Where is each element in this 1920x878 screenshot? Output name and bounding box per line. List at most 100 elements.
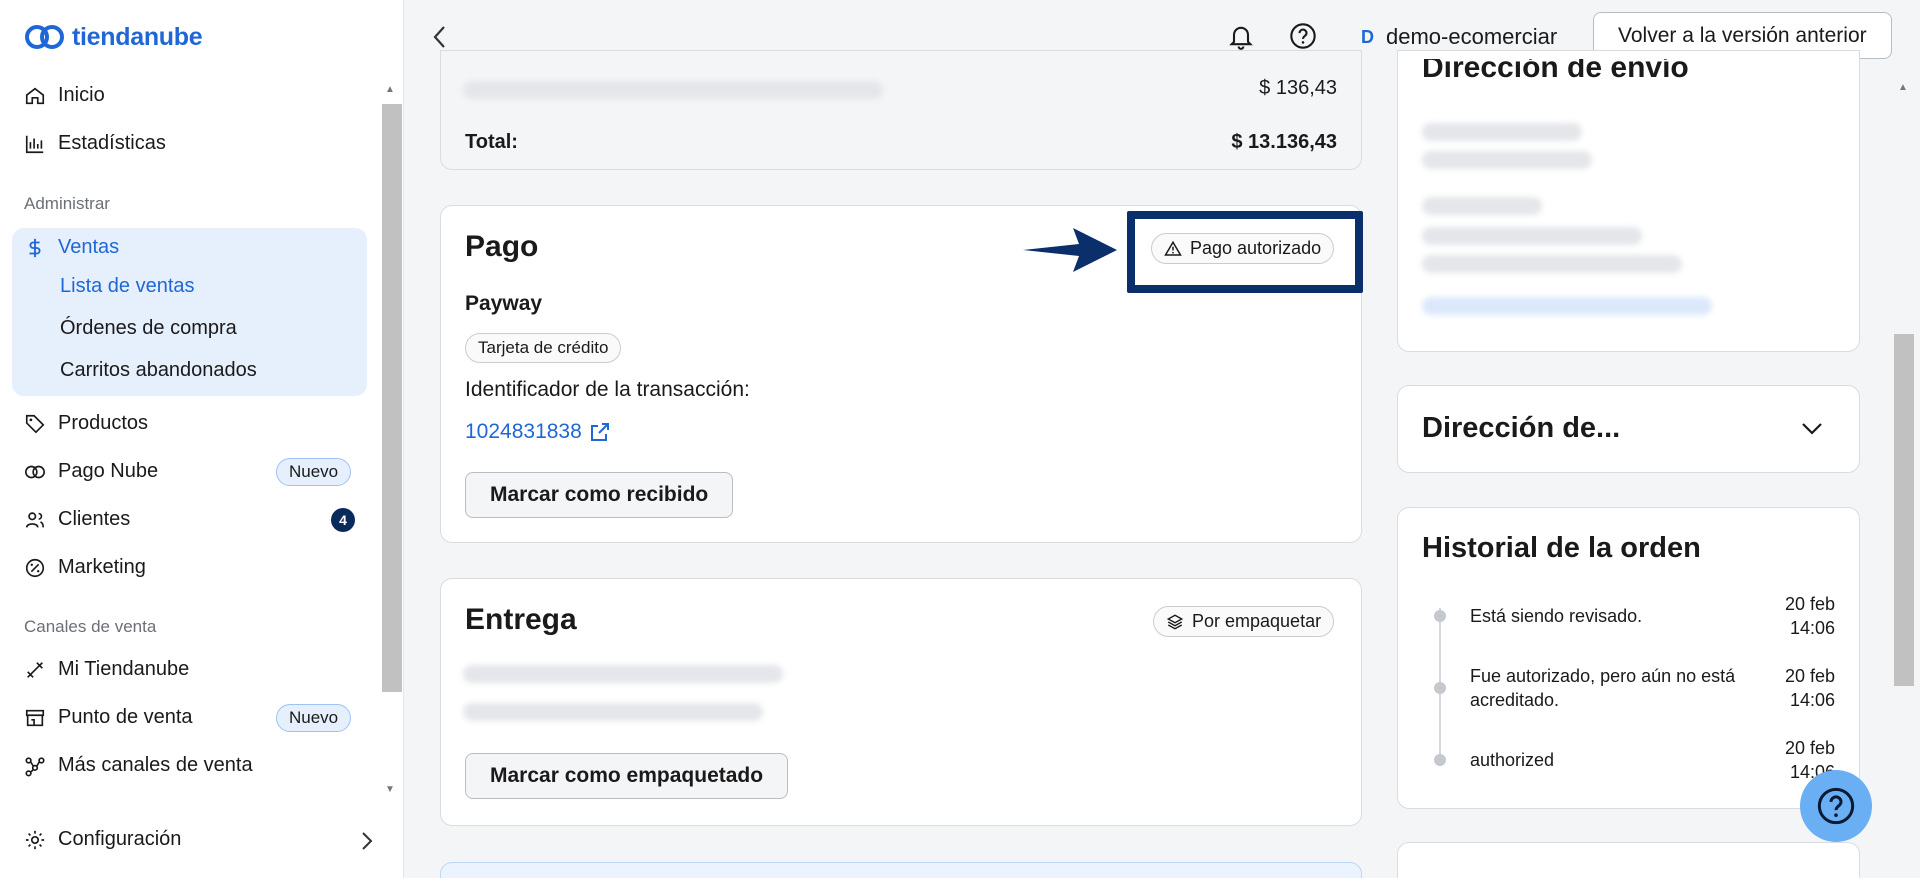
- gear-icon: [25, 830, 45, 849]
- delivery-line-blurred: [463, 703, 763, 721]
- delivery-title: Entrega: [465, 603, 577, 636]
- sidebar-subitem-lista-ventas[interactable]: Lista de ventas: [60, 275, 195, 298]
- next-right-card-peek: [1397, 842, 1860, 878]
- sidebar-item-ventas[interactable]: Ventas: [24, 236, 119, 259]
- sidebar-item-punto-venta[interactable]: Punto de venta: [24, 706, 193, 729]
- history-item-date: 20 feb: [1784, 666, 1835, 686]
- sidebar-item-marketing[interactable]: Marketing: [24, 556, 146, 579]
- sidebar-item-productos[interactable]: Productos: [24, 412, 148, 435]
- store-icon: [25, 709, 45, 726]
- user-menu[interactable]: D demo-ecomerciar: [1361, 24, 1557, 50]
- sidebar-subitem-carritos[interactable]: Carritos abandonados: [60, 359, 257, 382]
- sidebar-label: Estadísticas: [58, 132, 166, 154]
- users-icon: [25, 511, 45, 528]
- main-scrollbar[interactable]: [1894, 334, 1914, 686]
- pago-nube-icon: [25, 465, 45, 478]
- address-line-blurred: [1422, 197, 1542, 215]
- sidebar-label: Inicio: [58, 84, 105, 106]
- mark-received-button[interactable]: Marcar como recibido: [465, 472, 734, 518]
- scroll-up-arrow-icon[interactable]: ▲: [385, 84, 395, 95]
- chevron-right-icon[interactable]: [360, 830, 374, 852]
- annotation-arrow: [1023, 228, 1117, 272]
- sidebar-item-mi-tiendanube[interactable]: Mi Tiendanube: [24, 658, 189, 681]
- transaction-id: 1024831838: [465, 420, 582, 443]
- sidebar: tiendanube Inicio Estadísticas Administr…: [0, 0, 404, 878]
- sidebar-label: Pago Nube: [58, 460, 159, 482]
- scroll-down-arrow-icon[interactable]: ▼: [385, 784, 395, 795]
- user-name: demo-ecomerciar: [1386, 24, 1558, 49]
- payment-method-pill: Tarjeta de crédito: [465, 333, 622, 363]
- payment-title: Pago: [465, 230, 539, 263]
- bell-icon[interactable]: [1227, 22, 1255, 50]
- history-item-datetime: 20 feb 14:06: [1785, 592, 1835, 640]
- section-label-administrar: Administrar: [24, 194, 110, 213]
- delivery-status-text: Por empaquetar: [1192, 611, 1322, 631]
- billing-address-card[interactable]: Dirección de...: [1397, 385, 1860, 473]
- address-line-blurred: [1422, 123, 1582, 141]
- total-label: Total:: [465, 131, 518, 153]
- shipping-address-card: Dirección de envío: [1397, 50, 1860, 352]
- address-line-blurred: [1422, 151, 1592, 169]
- payment-card: Pago Pago autorizado Payway Tarjeta de c…: [440, 205, 1363, 543]
- transaction-link[interactable]: 1024831838: [465, 420, 612, 444]
- order-history-card: Historial de la orden Está siendo revisa…: [1397, 507, 1860, 809]
- help-circle-icon[interactable]: [1289, 22, 1317, 50]
- next-card-peek: [440, 862, 1362, 878]
- sidebar-label: Punto de venta: [58, 706, 193, 728]
- shipping-amount: $ 136,43: [1259, 77, 1337, 99]
- nuevo-badge: Nuevo: [276, 458, 352, 486]
- sidebar-item-inicio[interactable]: Inicio: [24, 84, 105, 107]
- address-link-blurred: [1422, 297, 1712, 315]
- scroll-up-arrow-icon[interactable]: ▲: [1898, 82, 1908, 93]
- shipping-address-title: Dirección de envío: [1422, 59, 1689, 84]
- help-chat-button[interactable]: [1800, 770, 1872, 842]
- delivery-status-badge: Por empaquetar: [1153, 606, 1335, 637]
- nuevo-badge: Nuevo: [276, 704, 352, 732]
- tools-icon: [27, 661, 43, 678]
- sidebar-label: Clientes: [58, 508, 131, 530]
- home-icon: [25, 87, 45, 104]
- dollar-icon: [29, 238, 41, 257]
- mark-packaged-button[interactable]: Marcar como empaquetado: [465, 753, 789, 799]
- history-item-time: 14:06: [1789, 690, 1835, 710]
- sidebar-item-mas-canales[interactable]: Más canales de venta: [24, 754, 253, 777]
- history-item-text: Fue autorizado, pero aún no está acredit…: [1470, 666, 1736, 710]
- timeline-dot: [1434, 682, 1446, 694]
- tag-icon: [25, 414, 45, 433]
- sidebar-item-clientes[interactable]: Clientes: [24, 508, 130, 531]
- history-title: Historial de la orden: [1422, 532, 1701, 564]
- sidebar-scrollbar[interactable]: [382, 104, 402, 692]
- tiendanube-logo[interactable]: tiendanube: [24, 22, 203, 52]
- shipping-line-blurred: [463, 81, 883, 99]
- sidebar-subitem-ordenes-compra[interactable]: Órdenes de compra: [60, 317, 237, 340]
- billing-address-title: Dirección de...: [1422, 412, 1621, 444]
- history-item-time: 14:06: [1789, 618, 1835, 638]
- sidebar-item-pago-nube[interactable]: Pago Nube: [24, 460, 158, 483]
- payment-status-text: Pago autorizado: [1190, 238, 1322, 258]
- address-line-blurred: [1422, 227, 1642, 245]
- sidebar-item-configuracion[interactable]: Configuración: [24, 828, 181, 851]
- section-label-canales: Canales de venta: [24, 617, 157, 636]
- package-icon: [1166, 613, 1184, 630]
- chart-icon: [25, 135, 44, 153]
- chevron-down-icon[interactable]: [1801, 422, 1823, 436]
- user-initial: D: [1361, 26, 1374, 47]
- history-item-date: 20 feb: [1784, 738, 1835, 758]
- back-arrow-icon[interactable]: [431, 24, 449, 50]
- payment-gateway: Payway: [465, 292, 543, 315]
- history-item-date: 20 feb: [1784, 594, 1835, 614]
- sidebar-item-estadisticas[interactable]: Estadísticas: [24, 132, 166, 155]
- clientes-count-badge: 4: [331, 508, 355, 532]
- timeline-dot: [1434, 610, 1446, 622]
- timeline-dot: [1434, 754, 1446, 766]
- percent-icon: [25, 558, 45, 577]
- warning-icon: [1164, 240, 1182, 256]
- delivery-line-blurred: [463, 665, 783, 683]
- history-item-datetime: 20 feb 14:06: [1785, 664, 1835, 712]
- help-icon: [1817, 787, 1855, 825]
- history-item-text: Está siendo revisado.: [1470, 606, 1643, 626]
- brand-name: tiendanube: [72, 22, 203, 51]
- address-line-blurred: [1422, 255, 1682, 273]
- tiendanube-logo-icon: [25, 25, 64, 49]
- external-link-icon: [590, 423, 609, 441]
